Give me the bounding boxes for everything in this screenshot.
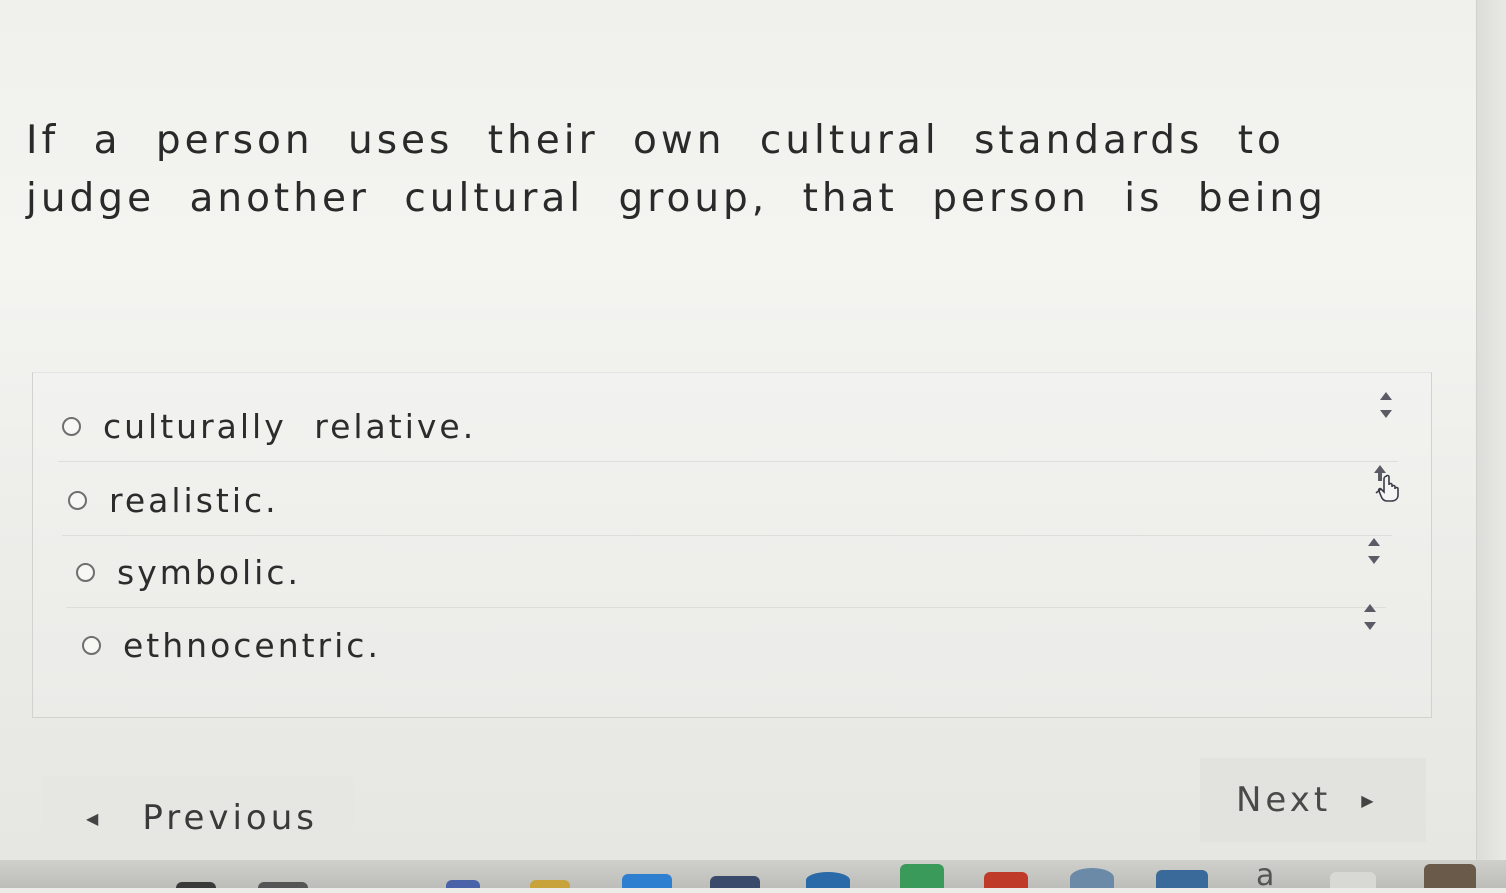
chevron-right-icon: ▶ (1361, 790, 1378, 810)
answer-option[interactable]: ethnocentric. (70, 610, 1380, 680)
reorder-arrows-icon[interactable] (1368, 538, 1380, 568)
reorder-arrows-icon[interactable] (1364, 604, 1376, 634)
taskbar-app-icon[interactable] (710, 876, 760, 888)
taskbar-app-icon[interactable] (984, 872, 1028, 888)
mouse-pointer-icon (1374, 465, 1399, 502)
option-label: realistic. (109, 481, 279, 520)
taskbar: a (0, 858, 1506, 893)
taskbar-app-icon[interactable] (900, 864, 944, 888)
radio-button[interactable] (76, 563, 95, 582)
previous-button-label: Previous (142, 798, 318, 838)
reorder-arrows-icon[interactable] (1380, 392, 1392, 422)
taskbar-app-icon[interactable] (1330, 872, 1376, 888)
option-label: symbolic. (117, 553, 301, 592)
taskbar-app-icon[interactable] (1070, 868, 1114, 888)
taskbar-app-icon[interactable] (1156, 870, 1208, 888)
question-text: If a person uses their own cultural stan… (26, 118, 1327, 221)
taskbar-app-icon[interactable] (622, 874, 672, 888)
answer-option[interactable]: realistic. (62, 466, 1392, 536)
taskbar-app-icon[interactable] (806, 872, 850, 888)
taskbar-app-icon[interactable] (258, 882, 308, 888)
radio-button[interactable] (68, 491, 87, 510)
taskbar-app-icon[interactable] (530, 880, 570, 888)
previous-button[interactable]: ◀ Previous (42, 776, 354, 860)
taskbar-app-icon[interactable] (176, 882, 216, 888)
option-label: culturally relative. (103, 407, 477, 446)
taskbar-app-icon[interactable] (1424, 864, 1476, 888)
chevron-left-icon: ◀ (86, 808, 103, 828)
answer-option[interactable]: culturally relative. (58, 392, 1398, 462)
taskbar-app-icon[interactable] (446, 880, 480, 888)
radio-button[interactable] (62, 417, 81, 436)
answer-option[interactable]: symbolic. (66, 538, 1386, 608)
next-button-label: Next (1236, 780, 1332, 820)
radio-button[interactable] (82, 635, 101, 655)
option-label: ethnocentric. (123, 625, 381, 665)
window-right-edge (1476, 0, 1506, 860)
next-button[interactable]: Next ▶ (1200, 758, 1426, 842)
